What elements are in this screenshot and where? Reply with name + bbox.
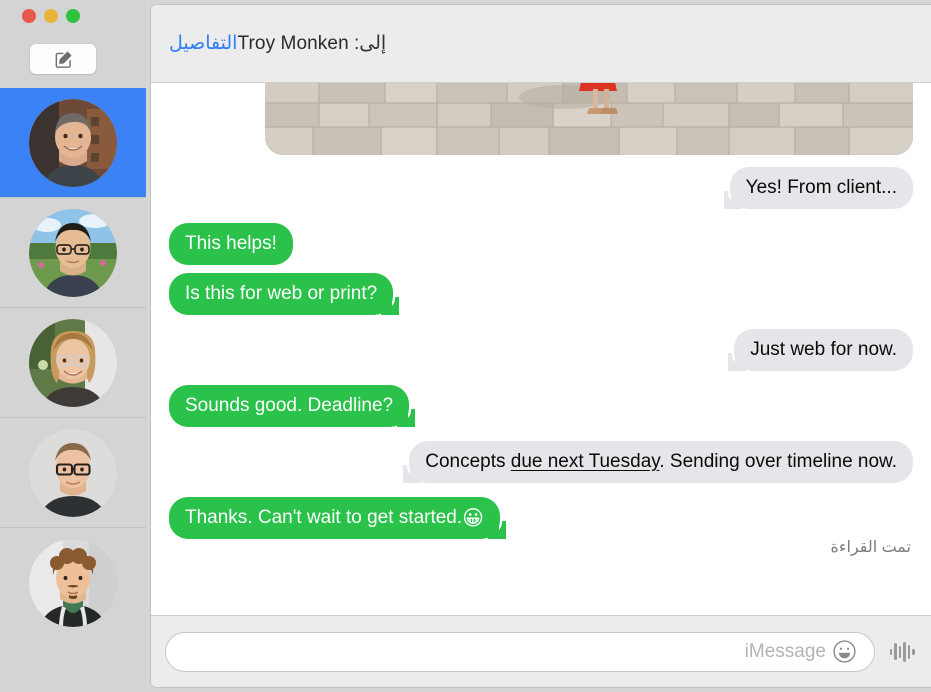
- smiley-face-icon[interactable]: [830, 638, 858, 666]
- message-row: Yes! From client...: [169, 167, 913, 209]
- conversation-item-4[interactable]: [0, 417, 146, 527]
- to-label: إلى:: [354, 33, 387, 54]
- messages-window: التفاصيل إلى: Troy Monken Yes! From clie…: [0, 0, 931, 692]
- message-row: This helps!: [169, 223, 913, 265]
- message-text-part: Thanks. Can't wait to get started.: [185, 507, 463, 528]
- message-row: Is this for web or print?: [169, 273, 913, 315]
- avatar-woman-glasses-garden: [29, 318, 117, 407]
- message-input-wrap[interactable]: [165, 631, 875, 672]
- zoom-button[interactable]: [66, 9, 80, 23]
- avatar-man-gray-shirt: [29, 98, 117, 187]
- conversation-sidebar: [0, 0, 146, 692]
- audio-waveform-icon[interactable]: [887, 638, 917, 666]
- message-row: Concepts due next Tuesday. Sending over …: [169, 441, 913, 483]
- message-bubble-incoming[interactable]: Concepts due next Tuesday. Sending over …: [409, 441, 913, 483]
- message-row: Just web for now.: [169, 329, 913, 371]
- photo-attachment-row: [169, 83, 913, 155]
- compose-button[interactable]: [30, 44, 96, 74]
- titlebar: [0, 0, 146, 88]
- smiley-face-glyph: [832, 640, 856, 663]
- read-receipt: تمت القراءة: [830, 539, 911, 556]
- conversation-item-2[interactable]: [0, 197, 146, 307]
- message-bubble-outgoing[interactable]: Is this for web or print?: [169, 273, 400, 315]
- message-bubble-outgoing[interactable]: Thanks. Can't wait to get started.😀: [169, 497, 507, 539]
- message-text-part: Concepts: [425, 451, 511, 472]
- message-list[interactable]: Yes! From client... This helps! Is this …: [151, 83, 931, 615]
- avatar-man-glasses-black-shirt: [29, 428, 117, 517]
- conversation-list: [0, 88, 146, 692]
- message-input[interactable]: [174, 632, 826, 671]
- avatar-man-curly-hoodie: [29, 538, 117, 627]
- message-text-part: . Sending over timeline now.: [659, 451, 897, 472]
- conversation-pane: التفاصيل إلى: Troy Monken Yes! From clie…: [151, 5, 931, 687]
- avatar-man-glasses-field: [29, 208, 117, 297]
- avatar: [29, 208, 117, 297]
- message-bubble-outgoing[interactable]: This helps!: [169, 223, 293, 265]
- compose-pencil-icon: [55, 51, 71, 68]
- minimize-button[interactable]: [44, 9, 58, 23]
- message-row: Thanks. Can't wait to get started.😀: [169, 497, 913, 539]
- close-button[interactable]: [22, 9, 36, 23]
- composer-bar: [151, 615, 931, 687]
- message-row: Sounds good. Deadline?: [169, 385, 913, 427]
- conversation-item-1[interactable]: [0, 88, 146, 197]
- message-bubble-outgoing[interactable]: Sounds good. Deadline?: [169, 385, 416, 427]
- message-bubble-incoming[interactable]: Just web for now.: [734, 329, 913, 371]
- avatar: [29, 98, 117, 187]
- photo-attachment-bubble[interactable]: [265, 83, 913, 155]
- conversation-item-5[interactable]: [0, 527, 146, 637]
- avatar: [29, 318, 117, 407]
- recipient-name: Troy Monken: [237, 33, 349, 54]
- conversation-item-3[interactable]: [0, 307, 146, 417]
- cobblestone-street-photo: [265, 83, 913, 155]
- traffic-lights: [22, 9, 80, 23]
- avatar: [29, 538, 117, 627]
- date-detector-link[interactable]: due next Tuesday: [511, 451, 660, 472]
- recipient-field[interactable]: إلى: Troy Monken: [237, 32, 913, 55]
- grinning-face-emoji: 😀: [462, 507, 485, 530]
- conversation-header: التفاصيل إلى: Troy Monken: [151, 5, 931, 83]
- message-bubble-incoming[interactable]: Yes! From client...: [729, 167, 913, 209]
- details-button[interactable]: التفاصيل: [169, 32, 237, 55]
- avatar: [29, 428, 117, 517]
